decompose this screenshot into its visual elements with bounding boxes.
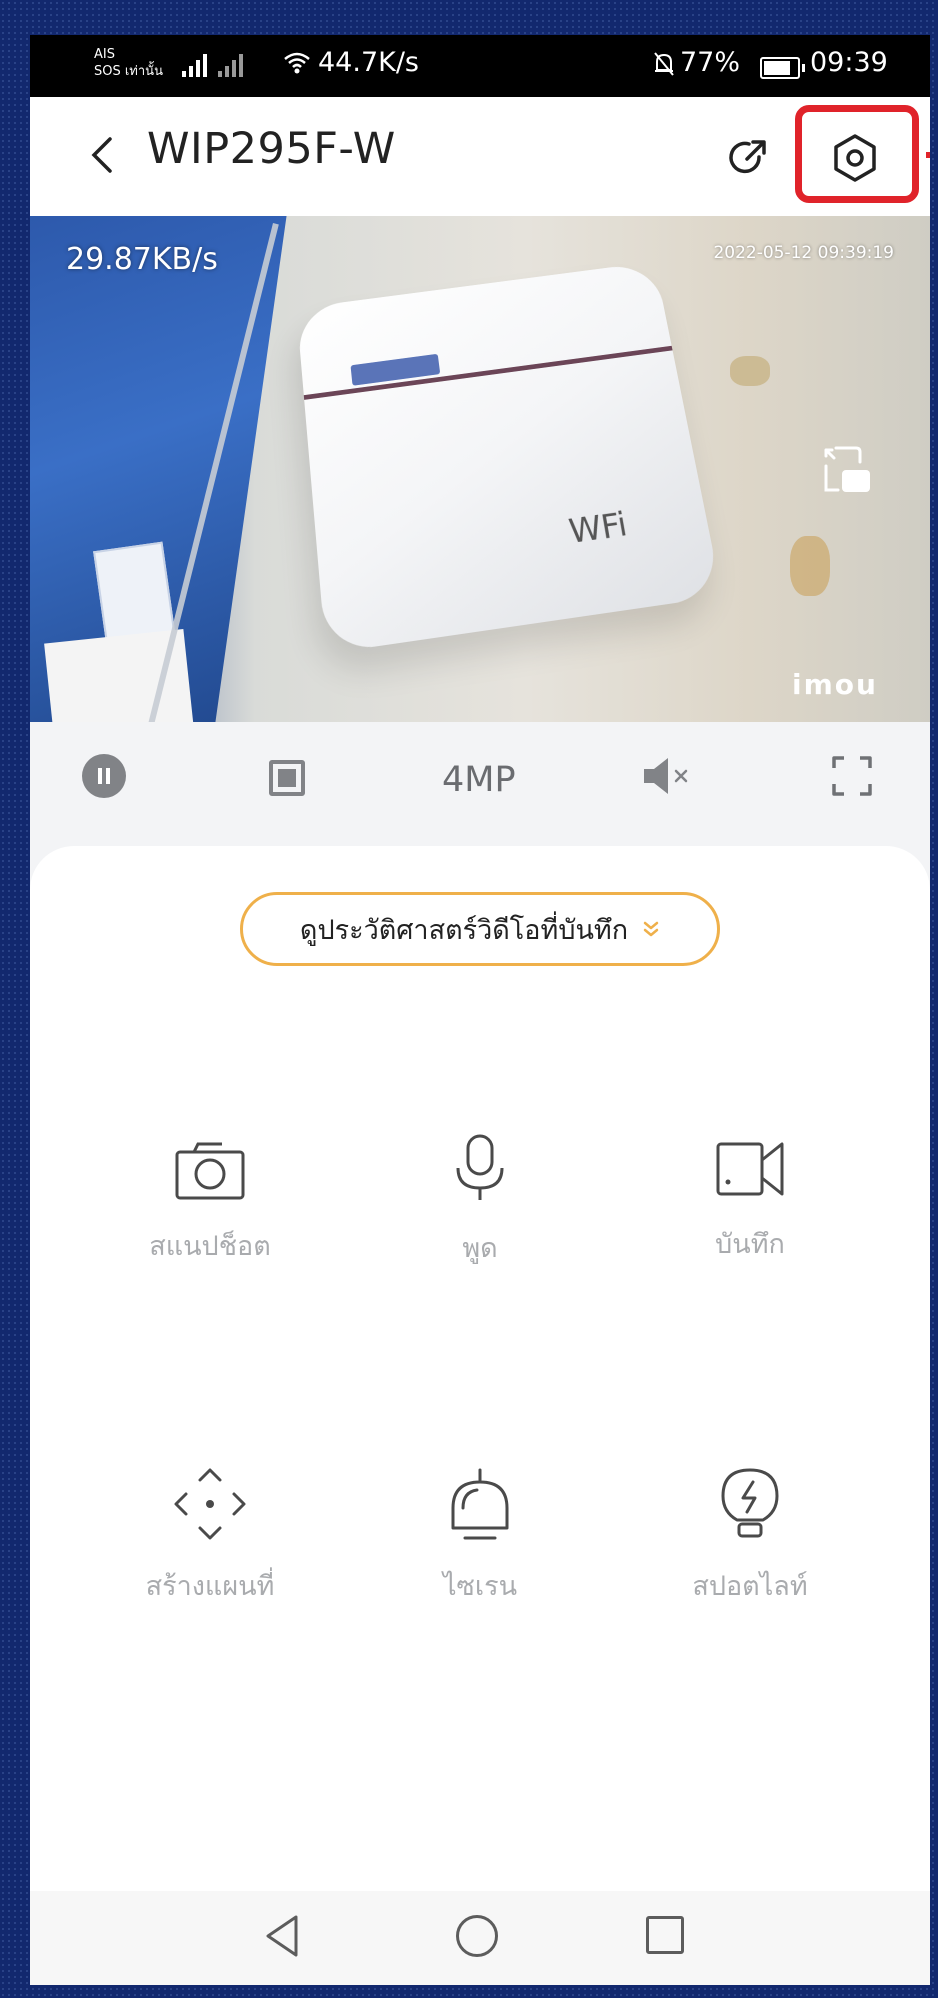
record-button[interactable]: บันทึก (620, 1138, 880, 1265)
create-map-label: สร้างแผนที่ (145, 1571, 275, 1602)
wifi-icon (284, 52, 310, 74)
ptz-direction-icon (174, 1468, 246, 1540)
settings-hexagon-icon[interactable] (830, 133, 880, 183)
device-logo-text: WFi (566, 504, 630, 552)
snapshot-label: สแนปช็อต (149, 1231, 271, 1262)
carrier-name: AIS (94, 47, 115, 62)
wall-stain (730, 356, 770, 386)
playback-controls: 4MP (30, 722, 930, 846)
siren-icon (451, 1468, 509, 1540)
spotlight-label: สปอตไลท์ (692, 1571, 808, 1602)
phone-screen: AIS SOS เท่านั้น 44.7K/s 77% 09:39 WIP29… (30, 35, 930, 1985)
siren-label: ไซเรน (442, 1571, 518, 1602)
spotlight-button[interactable]: สปอตไลท์ (620, 1466, 880, 1607)
app-header: WIP295F-W (30, 97, 930, 216)
clock: 09:39 (810, 47, 888, 78)
share-icon[interactable] (725, 135, 771, 181)
double-chevron-down-icon (643, 921, 659, 937)
video-record-icon (716, 1142, 784, 1196)
battery-icon (760, 57, 805, 79)
page-title: WIP295F-W (147, 124, 396, 174)
carrier-info: AIS SOS เท่านั้น (94, 46, 163, 80)
microphone-icon (456, 1134, 504, 1200)
nav-home-icon[interactable] (456, 1915, 498, 1957)
video-history-label: ดูประวัติศาสตร์วิดีโอที่บันทึก (299, 914, 629, 946)
annotation-arrow (926, 152, 930, 158)
live-video-view[interactable]: WFi 29.87KB/s 2022-05-12 09:39:19 imou (30, 216, 930, 722)
talk-label: พูด (462, 1233, 498, 1264)
stream-bitrate: 29.87KB/s (66, 242, 218, 277)
video-timestamp: 2022-05-12 09:39:19 (713, 243, 894, 263)
network-speed: 44.7K/s (318, 47, 419, 78)
mute-icon[interactable] (640, 754, 696, 798)
battery-percent: 77% (680, 47, 741, 78)
wall-stain (790, 536, 830, 596)
talk-button[interactable]: พูด (350, 1132, 610, 1269)
create-map-button[interactable]: สร้างแผนที่ (80, 1466, 340, 1607)
screen-rotate-icon[interactable] (818, 444, 874, 496)
pause-icon[interactable] (82, 754, 126, 798)
record-label: บันทึก (715, 1229, 785, 1260)
bell-muted-icon (654, 52, 674, 76)
nav-recent-icon[interactable] (646, 1916, 684, 1954)
system-nav-bar (30, 1891, 930, 1985)
stop-icon[interactable] (269, 760, 305, 796)
quality-selector[interactable]: 4MP (442, 760, 516, 800)
video-history-button[interactable]: ดูประวัติศาสตร์วิดีโอที่บันทึก (240, 892, 720, 966)
status-bar: AIS SOS เท่านั้น 44.7K/s 77% 09:39 (30, 35, 930, 97)
nav-back-icon[interactable] (262, 1913, 302, 1959)
siren-button[interactable]: ไซเรน (350, 1466, 610, 1607)
signal-icon (182, 51, 243, 77)
wifi-router-device: WFi (296, 261, 723, 654)
snapshot-button[interactable]: สแนปช็อต (80, 1136, 340, 1267)
feature-panel: ดูประวัติศาสตร์วิดีโอที่บันทึก สแนปช็อต … (30, 846, 930, 1891)
carrier-sos-text: SOS เท่านั้น (94, 64, 163, 79)
spotlight-icon (721, 1468, 779, 1538)
chevron-left-icon[interactable] (86, 133, 118, 177)
camera-icon (175, 1142, 245, 1200)
brand-watermark: imou (792, 668, 878, 701)
fullscreen-icon[interactable] (830, 754, 874, 798)
